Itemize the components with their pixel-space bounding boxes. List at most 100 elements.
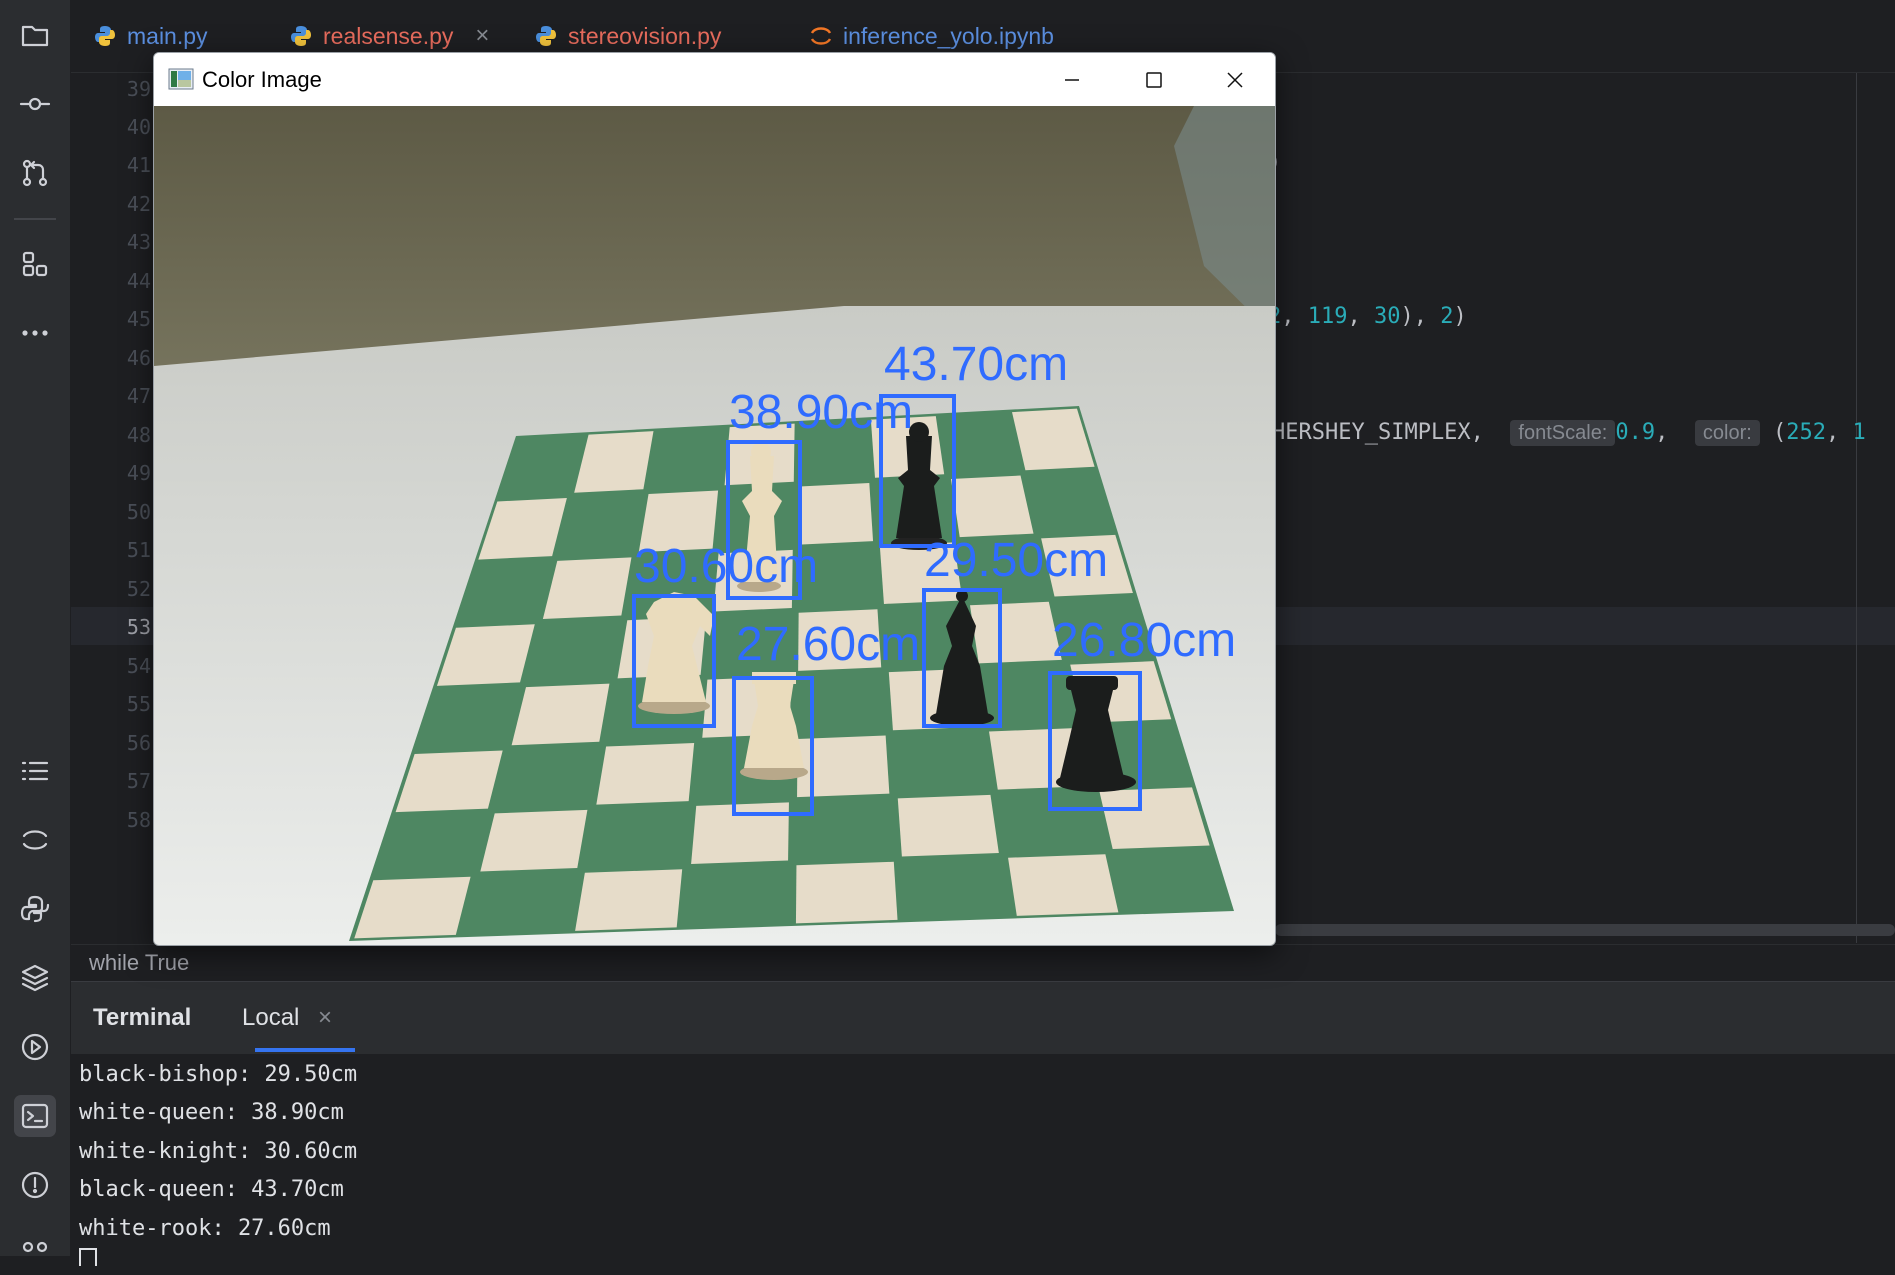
structure-icon[interactable] [14,243,56,285]
detection-label: 27.60cm [736,618,920,671]
param-hint: fontScale: [1510,420,1616,446]
tab-realsense-py[interactable]: realsense.py × [289,18,489,54]
breadcrumb[interactable]: while True [71,944,1895,981]
window-title: Color Image [202,67,322,92]
board-square [799,483,874,545]
detection-label: 30.60cm [634,540,818,593]
terminal-output-line: white-knight: 30.60cm [79,1139,358,1164]
color-image-window[interactable]: Color Image 43.70cm 38.90cm 30.60cm 29.5… [153,52,1276,946]
board-square [511,683,610,746]
pull-requests-icon[interactable] [14,152,56,194]
line-number: 57 [126,769,151,793]
line-number: 58 [126,808,151,832]
line-number: 46 [126,346,151,370]
window-title-bar[interactable]: Color Image [154,53,1275,106]
terminal-panel[interactable]: Terminal Local × black-bishop: 29.50cm w… [71,981,1895,1266]
breadcrumb-item[interactable]: while True [89,950,189,976]
code-number: 252 [1786,420,1827,445]
maximize-icon [1146,71,1162,88]
close-button[interactable] [1194,53,1275,106]
horizontal-scrollbar[interactable] [1275,924,1895,936]
board-square [950,475,1034,538]
terminal-output-line: black-queen: 43.70cm [79,1177,344,1202]
tab-close-icon[interactable]: × [475,22,489,50]
line-number: 42 [126,192,151,216]
detection-label: 29.50cm [924,534,1108,587]
board-square [897,794,999,857]
camera-frame: 43.70cm 38.90cm 30.60cm 29.50cm 27.60cm … [154,106,1275,945]
terminal-header: Terminal Local × [71,982,1895,1054]
commit-icon[interactable] [14,83,56,125]
git-icon[interactable] [14,1233,56,1275]
board-square [596,743,695,805]
code-number: 2 [1440,304,1454,329]
tab-local[interactable]: Local [242,1004,299,1032]
line-number: 54 [126,654,151,678]
terminal-output-line: white-queen: 38.90cm [79,1100,344,1125]
line-number: 44 [126,269,151,293]
close-icon [1227,71,1243,88]
line-number: 52 [126,577,151,601]
line-number: 56 [126,731,151,755]
terminal-output-line: white-rook: 27.60cm [79,1216,331,1241]
board-square [691,802,789,864]
image-window-icon [168,68,194,90]
tab-label: inference_yolo.ipynb [843,22,1054,49]
code-number: 30 [1374,304,1401,329]
board-square [1008,854,1119,916]
board-square [969,601,1062,664]
todo-list-icon[interactable] [14,750,56,792]
minimize-icon [1065,78,1079,81]
detection-label: 38.90cm [729,386,913,439]
line-number: 39 [126,77,151,101]
board-square [354,876,471,939]
line-number: 43 [126,230,151,254]
python-icon [95,26,115,46]
code-number: 0.9 [1615,420,1656,445]
line-number: 40 [126,115,151,139]
board-square [795,861,898,924]
param-hint: color: [1694,420,1760,446]
code-token: HERSHEY_SIMPLEX, [1272,420,1484,445]
detection-label: 43.70cm [884,338,1068,391]
code-number: 119 [1307,304,1348,329]
tab-label: stereovision.py [568,22,722,49]
line-number: 49 [126,461,151,485]
board-square [1099,787,1210,849]
python-icon [536,26,556,46]
right-margin-guide [1856,73,1857,943]
code-line-48: HERSHEY_SIMPLEX, fontScale: 0.9, color: (… [1272,420,1866,446]
line-number: 47 [126,384,151,408]
line-number: 55 [126,692,151,716]
board-square [480,809,588,872]
detection-label: 26.80cm [1052,614,1236,667]
tab-main-py[interactable]: main.py [93,18,208,54]
more-icon[interactable] [14,312,56,354]
problems-icon[interactable] [14,1164,56,1206]
line-number: 50 [126,500,151,524]
maximize-button[interactable] [1113,53,1195,106]
run-icon[interactable] [14,1026,56,1068]
minimize-button[interactable] [1031,53,1113,106]
tab-close-icon[interactable]: × [318,1004,332,1032]
code-number: 1 [1852,420,1866,445]
python-icon [291,26,311,46]
activity-bar [0,0,71,1256]
tab-terminal[interactable]: Terminal [93,1004,191,1032]
line-number: 45 [126,307,151,331]
services-icon[interactable] [14,957,56,999]
terminal-icon[interactable] [14,1095,56,1137]
project-folder-icon[interactable] [14,14,56,56]
tab-stereovision-py[interactable]: stereovision.py [534,18,721,54]
line-number: 41 [126,153,151,177]
python-console-icon[interactable] [14,888,56,930]
terminal-output-line: black-bishop: 29.50cm [79,1062,358,1087]
board-square [575,869,683,931]
tab-inference-yolo-ipynb[interactable]: inference_yolo.ipynb [809,18,1054,54]
line-number: 51 [126,538,151,562]
jupyter-icon [810,27,832,45]
line-number: 48 [126,423,151,447]
jupyter-icon[interactable] [14,819,56,861]
terminal-cursor [79,1248,97,1266]
code-token: ( [1773,420,1787,445]
